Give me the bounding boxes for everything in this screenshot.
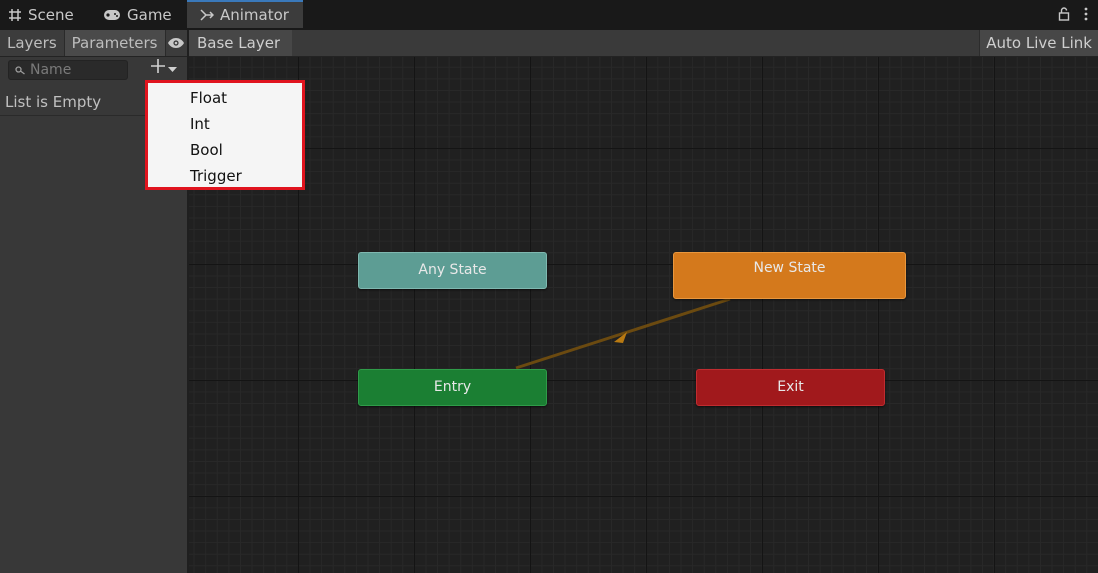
empty-list-text: List is Empty (5, 92, 102, 111)
search-placeholder: Name (30, 62, 72, 78)
add-parameter-menu: Float Int Bool Trigger (145, 80, 305, 190)
menu-item-bool[interactable]: Bool (190, 141, 223, 159)
search-icon (15, 65, 26, 75)
tab-animator[interactable]: Animator (187, 0, 303, 28)
new-state-node[interactable]: New State (673, 252, 906, 299)
panel-tabs: Layers Parameters (0, 30, 187, 57)
lock-icon[interactable] (1058, 7, 1070, 25)
animator-icon (200, 8, 214, 22)
state-machine-graph[interactable]: Any State New State Entry Exit (189, 57, 1098, 573)
add-parameter-button[interactable] (150, 58, 177, 78)
tab-scene-label: Scene (28, 6, 74, 24)
menu-item-trigger[interactable]: Trigger (190, 167, 242, 185)
exit-label: Exit (777, 379, 804, 395)
grid-icon (8, 8, 22, 22)
transition-layer (515, 297, 731, 370)
exit-node[interactable]: Exit (696, 369, 885, 406)
entry-node[interactable]: Entry (358, 369, 547, 406)
caret-down-icon (168, 59, 177, 77)
tab-layers[interactable]: Layers (0, 30, 65, 56)
window-tab-bar: Scene Game Animator (0, 0, 1098, 30)
menu-item-int[interactable]: Int (190, 115, 210, 133)
entry-label: Entry (433, 379, 472, 395)
tab-scene[interactable]: Scene (8, 0, 74, 30)
auto-live-link-button[interactable]: Auto Live Link (979, 30, 1098, 56)
tab-game[interactable]: Game (103, 0, 172, 30)
transition-line[interactable] (515, 297, 731, 370)
breadcrumb[interactable]: Base Layer (189, 30, 293, 56)
any-state-node[interactable]: Any State (358, 252, 547, 289)
any-state-label: Any State (418, 262, 487, 278)
gamepad-icon (103, 9, 121, 21)
breadcrumb-arrow (280, 30, 290, 56)
more-vertical-icon[interactable] (1084, 7, 1088, 25)
tab-parameters[interactable]: Parameters (64, 30, 166, 56)
tab-animator-label: Animator (220, 6, 289, 24)
search-input[interactable]: Name (8, 60, 128, 80)
graph-toolbar: Base Layer Auto Live Link (189, 30, 1098, 57)
tab-game-label: Game (127, 6, 172, 24)
menu-item-float[interactable]: Float (190, 89, 227, 107)
plus-icon (150, 58, 166, 78)
new-state-label: New State (753, 260, 826, 276)
eye-icon[interactable] (166, 30, 188, 56)
